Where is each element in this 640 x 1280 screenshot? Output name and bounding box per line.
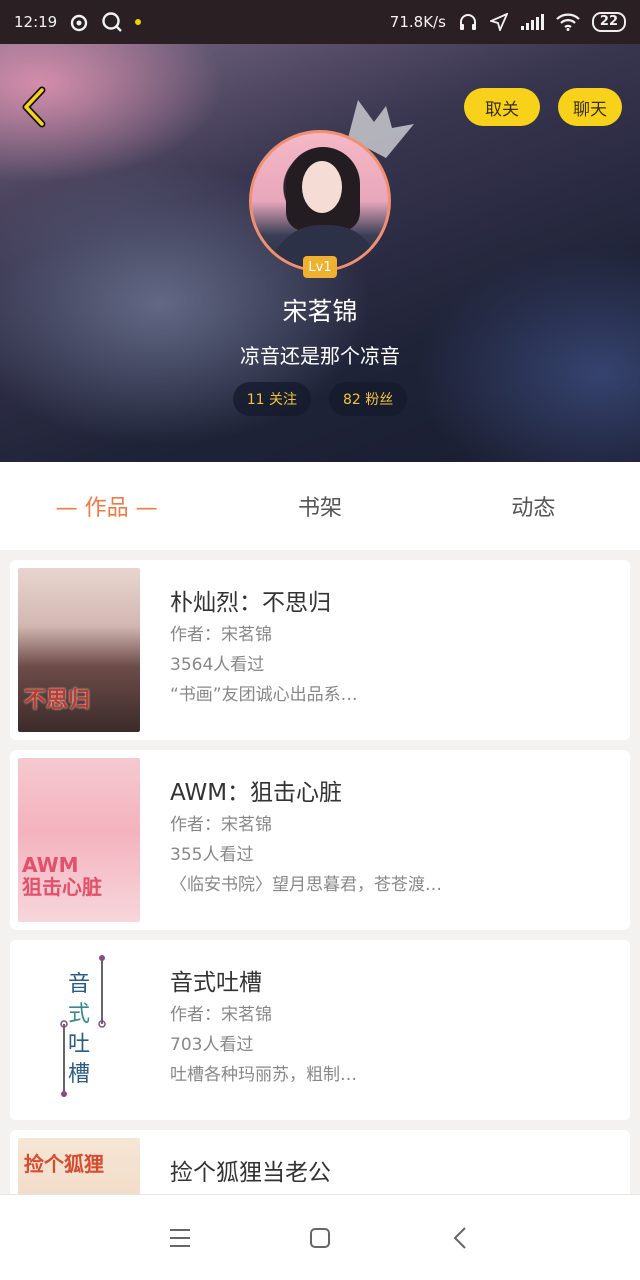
book-description: 〈临安书院〉望月思暮君，苍苍渡… bbox=[170, 875, 442, 895]
back-button[interactable] bbox=[16, 84, 56, 130]
wifi-icon bbox=[556, 13, 580, 31]
tab-activity[interactable]: 动态 bbox=[427, 462, 640, 550]
tab-bookshelf[interactable]: 书架 bbox=[213, 462, 426, 550]
avatar-image bbox=[249, 130, 391, 272]
profile-tabs: — 作品 — 书架 动态 bbox=[0, 462, 640, 550]
chevron-left-icon bbox=[22, 86, 46, 128]
profile-stats: 11 关注 82 粉丝 bbox=[0, 382, 640, 416]
works-list: 不思归 朴灿烈：不思归 作者：宋茗锦 3564人看过 “书画”友团诚心出品系… … bbox=[0, 550, 640, 1194]
following-count[interactable]: 11 关注 bbox=[232, 382, 311, 416]
book-description: 吐槽各种玛丽苏，粗制… bbox=[170, 1065, 357, 1085]
profile-header: 取关 聊天 Lv1 宋茗锦 凉音还是那个凉音 11 关注 82 粉丝 bbox=[0, 44, 640, 462]
list-item[interactable]: AWM 狙击心脏 AWM：狙击心脏 作者：宋茗锦 355人看过 〈临安书院〉望月… bbox=[10, 750, 630, 930]
list-item[interactable]: 音 式 吐 槽 音式吐槽 作者：宋茗锦 703人看过 吐槽各种玛丽苏，粗制… bbox=[10, 940, 630, 1120]
battery-level: 22 bbox=[591, 12, 626, 32]
user-name: 宋茗锦 bbox=[282, 297, 358, 326]
book-description: “书画”友团诚心出品系… bbox=[170, 685, 358, 705]
search-notification-icon bbox=[101, 11, 123, 33]
book-author: 作者：宋茗锦 bbox=[170, 1005, 272, 1025]
book-title: 朴灿烈：不思归 bbox=[170, 590, 331, 616]
tab-works[interactable]: — 作品 — bbox=[0, 462, 213, 550]
headphones-icon bbox=[458, 12, 478, 32]
chat-button[interactable]: 聊天 bbox=[558, 88, 622, 126]
list-item[interactable]: 不思归 朴灿烈：不思归 作者：宋茗锦 3564人看过 “书画”友团诚心出品系… bbox=[10, 560, 630, 740]
unfollow-button[interactable]: 取关 bbox=[464, 88, 540, 126]
cover-ornament-icon bbox=[60, 955, 106, 1097]
menu-button[interactable] bbox=[160, 1218, 200, 1258]
avatar[interactable] bbox=[249, 130, 391, 272]
system-nav-bar bbox=[0, 1194, 640, 1280]
book-cover: AWM 狙击心脏 bbox=[18, 758, 140, 922]
back-triangle-icon bbox=[453, 1226, 466, 1249]
signal-icon bbox=[520, 13, 544, 31]
menu-icon bbox=[170, 1228, 190, 1247]
system-back-button[interactable] bbox=[440, 1218, 480, 1258]
book-cover: 不思归 bbox=[18, 568, 140, 732]
book-title: 捡个狐狸当老公 bbox=[170, 1160, 331, 1186]
location-arrow-icon bbox=[489, 13, 508, 31]
book-views: 3564人看过 bbox=[170, 655, 265, 675]
notification-dot-icon bbox=[135, 19, 142, 25]
fans-count[interactable]: 82 粉丝 bbox=[329, 382, 408, 416]
book-author: 作者：宋茗锦 bbox=[170, 625, 272, 645]
list-item[interactable]: 捡个狐狸 捡个狐狸当老公 bbox=[10, 1130, 630, 1194]
book-cover: 音 式 吐 槽 bbox=[18, 948, 140, 1112]
book-title: AWM：狙击心脏 bbox=[170, 780, 343, 806]
square-home-icon bbox=[310, 1227, 330, 1248]
book-author: 作者：宋茗锦 bbox=[170, 815, 272, 835]
status-time: 12:19 bbox=[14, 13, 58, 31]
book-views: 355人看过 bbox=[170, 845, 254, 865]
book-views: 703人看过 bbox=[170, 1035, 254, 1055]
app-notification-icon bbox=[69, 12, 89, 32]
user-signature: 凉音还是那个凉音 bbox=[240, 344, 400, 368]
status-bar: 12:19 71.8K/s 22 bbox=[0, 0, 640, 44]
network-speed: 71.8K/s bbox=[389, 13, 446, 31]
book-cover: 捡个狐狸 bbox=[18, 1138, 140, 1194]
level-badge: Lv1 bbox=[303, 256, 337, 278]
book-title: 音式吐槽 bbox=[170, 970, 262, 996]
home-button[interactable] bbox=[300, 1218, 340, 1258]
